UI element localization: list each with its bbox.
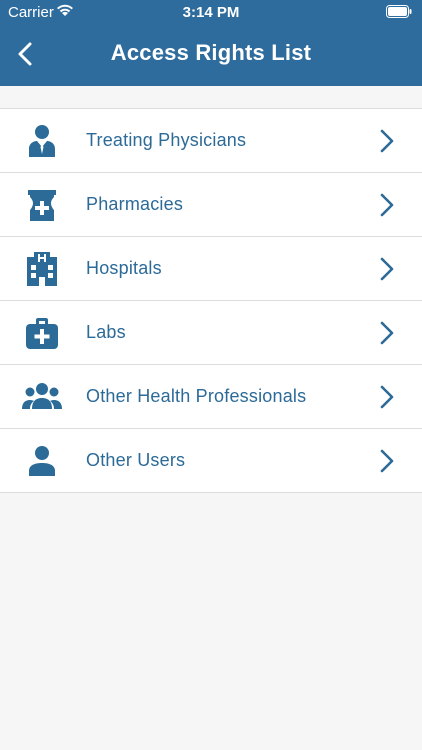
list-item-label: Other Users [86, 450, 186, 470]
status-time: 3:14 PM [182, 4, 240, 21]
chevron-right-icon [380, 257, 394, 281]
list-item-label: Hospitals [86, 258, 162, 278]
list-item-label: Pharmacies [86, 194, 184, 214]
chevron-right-icon [380, 449, 394, 473]
status-bar: Carrier 3:14 PM [0, 0, 422, 24]
list-item-hospitals[interactable]: Hospitals [0, 237, 422, 301]
group-icon [22, 383, 62, 409]
list-item-pharmacies[interactable]: Pharmacies [0, 173, 422, 237]
list-item-label: Labs [86, 322, 126, 342]
app-header: Carrier 3:14 PM Access Rights List [0, 0, 422, 86]
list-item-other-health-professionals[interactable]: Other Health Professionals [0, 365, 422, 429]
hospital-icon [27, 252, 57, 286]
physician-icon [29, 125, 55, 157]
user-icon [29, 446, 55, 476]
chevron-right-icon [380, 385, 394, 409]
page-title: Access Rights List [110, 40, 312, 65]
list-item-other-users[interactable]: Other Users [0, 429, 422, 493]
pharmacy-icon [28, 190, 56, 221]
chevron-right-icon [380, 129, 394, 153]
list-item-treating-physicians[interactable]: Treating Physicians [0, 109, 422, 173]
access-rights-list: Treating Physicians Pharmacies Hospitals… [0, 108, 422, 493]
navigation-bar: Access Rights List [0, 28, 422, 80]
chevron-right-icon [380, 193, 394, 217]
list-item-labs[interactable]: Labs [0, 301, 422, 365]
list-item-label: Other Health Professionals [86, 386, 307, 406]
list-item-label: Treating Physicians [86, 130, 247, 150]
chevron-right-icon [380, 321, 394, 345]
medical-kit-icon [26, 318, 58, 349]
battery-icon [386, 5, 412, 18]
